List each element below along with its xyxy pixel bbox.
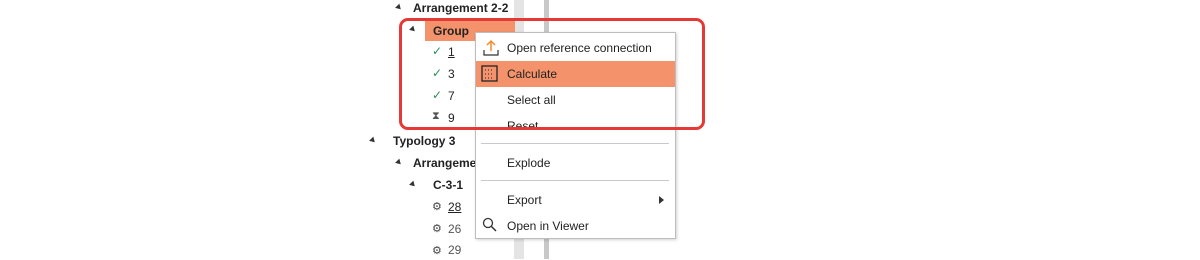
menu-item-label: Explode	[507, 156, 551, 170]
gear-icon: ⚙	[432, 245, 442, 257]
menu-separator	[481, 180, 669, 181]
search-icon	[482, 217, 497, 232]
tree-item-typology-3[interactable]: Typology 3	[393, 131, 455, 151]
tree-item[interactable]: 29	[448, 240, 461, 260]
tree-item-arrangement-3[interactable]: Arrangemen	[413, 153, 484, 173]
expand-arrow-icon[interactable]	[395, 3, 403, 12]
expand-arrow-icon[interactable]	[369, 136, 377, 145]
tree-item-c-3-1[interactable]: C-3-1	[433, 175, 463, 195]
expand-arrow-icon[interactable]	[395, 158, 403, 167]
tree-item[interactable]: 28	[448, 197, 461, 217]
menu-item-label: Export	[507, 193, 542, 207]
menu-separator	[481, 143, 669, 144]
menu-item-open-in-viewer[interactable]: Open in Viewer	[476, 213, 675, 239]
tree-item[interactable]: 26	[448, 219, 461, 239]
menu-item-export[interactable]: Export	[476, 187, 675, 213]
gear-icon: ⚙	[432, 223, 442, 235]
tree-item-arrangement-2-2[interactable]: Arrangement 2-2	[413, 0, 508, 18]
expand-arrow-icon[interactable]	[409, 180, 417, 189]
menu-item-explode[interactable]: Explode	[476, 150, 675, 176]
menu-item-label: Open in Viewer	[507, 219, 589, 233]
annotation-highlight-frame	[399, 18, 705, 130]
gear-icon: ⚙	[432, 201, 442, 213]
submenu-arrow-icon	[659, 196, 664, 204]
